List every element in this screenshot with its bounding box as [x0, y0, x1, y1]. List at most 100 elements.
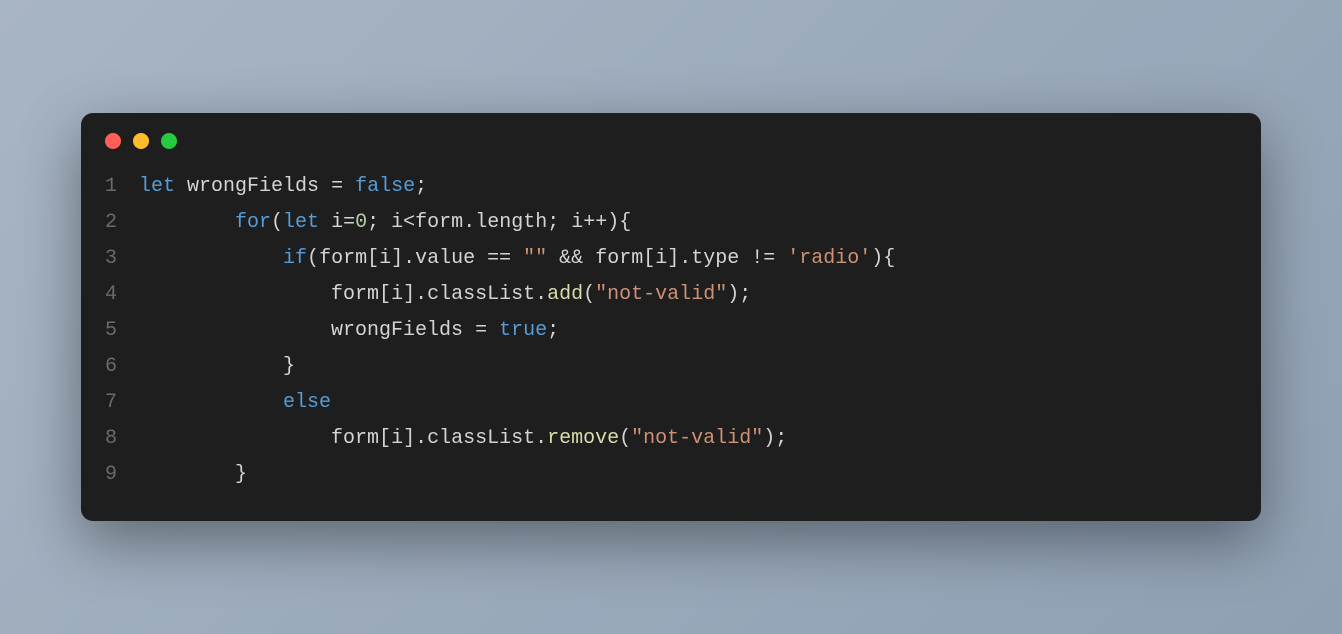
token-op: =: [343, 211, 355, 234]
token-const: false: [355, 175, 415, 198]
token-str: "not-valid": [595, 283, 727, 306]
token-punc: ;: [415, 175, 427, 198]
code-line: 8 form[i].classList.remove("not-valid");: [81, 421, 1261, 457]
close-button[interactable]: [105, 133, 121, 149]
token-var: form: [331, 427, 379, 450]
code-line: 7 else: [81, 385, 1261, 421]
token-punc: ].: [403, 283, 427, 306]
token-str: 'radio': [787, 247, 871, 270]
token-sp: [139, 391, 283, 414]
token-punc: );: [763, 427, 787, 450]
token-sp: [139, 427, 331, 450]
token-prop: value: [415, 247, 475, 270]
line-number: 7: [81, 385, 139, 421]
token-num: 0: [355, 211, 367, 234]
token-var: i: [379, 247, 391, 270]
code-line: 1let wrongFields = false;: [81, 169, 1261, 205]
minimize-button[interactable]: [133, 133, 149, 149]
code-line: 4 form[i].classList.add("not-valid");: [81, 277, 1261, 313]
token-punc: }: [139, 355, 295, 378]
token-prop: type: [691, 247, 739, 270]
token-op: <: [403, 211, 415, 234]
code-content: if(form[i].value == "" && form[i].type !…: [139, 241, 895, 277]
token-sp: [175, 175, 187, 198]
token-var: form: [595, 247, 643, 270]
token-kw: if: [283, 247, 307, 270]
token-punc: .: [535, 283, 547, 306]
token-op: &&: [547, 247, 595, 270]
token-punc: (: [307, 247, 319, 270]
token-var: form: [415, 211, 463, 234]
line-number: 1: [81, 169, 139, 205]
code-line: 3 if(form[i].value == "" && form[i].type…: [81, 241, 1261, 277]
line-number: 4: [81, 277, 139, 313]
token-punc: }: [139, 463, 247, 486]
token-op: =: [319, 175, 355, 198]
token-punc: ;: [547, 211, 571, 234]
token-var: i: [391, 211, 403, 234]
token-var: form: [319, 247, 367, 270]
token-sp: [319, 211, 331, 234]
token-punc: );: [727, 283, 751, 306]
token-sp: [139, 247, 283, 270]
token-punc: [: [367, 247, 379, 270]
code-area[interactable]: 1let wrongFields = false;2 for(let i=0; …: [81, 157, 1261, 521]
line-number: 8: [81, 421, 139, 457]
code-line: 2 for(let i=0; i<form.length; i++){: [81, 205, 1261, 241]
token-punc: ){: [871, 247, 895, 270]
code-content: }: [139, 457, 247, 493]
token-punc: [: [379, 427, 391, 450]
code-content: form[i].classList.add("not-valid");: [139, 277, 751, 313]
token-kw: let: [283, 211, 319, 234]
token-sp: [139, 319, 331, 342]
token-punc: ;: [367, 211, 391, 234]
token-punc: (: [619, 427, 631, 450]
token-punc: ++){: [583, 211, 631, 234]
token-var: wrongFields: [187, 175, 319, 198]
token-op: ==: [475, 247, 523, 270]
line-number: 6: [81, 349, 139, 385]
code-line: 6 }: [81, 349, 1261, 385]
token-prop: length: [475, 211, 547, 234]
code-content: let wrongFields = false;: [139, 169, 427, 205]
maximize-button[interactable]: [161, 133, 177, 149]
token-var: wrongFields: [331, 319, 463, 342]
token-fn: add: [547, 283, 583, 306]
line-number: 9: [81, 457, 139, 493]
token-punc: .: [463, 211, 475, 234]
token-punc: ].: [391, 247, 415, 270]
token-var: i: [331, 211, 343, 234]
token-var: i: [655, 247, 667, 270]
token-op: =: [463, 319, 499, 342]
token-var: i: [571, 211, 583, 234]
token-sp: [139, 211, 235, 234]
token-const: true: [499, 319, 547, 342]
line-number: 3: [81, 241, 139, 277]
code-line: 5 wrongFields = true;: [81, 313, 1261, 349]
token-kw: let: [139, 175, 175, 198]
token-punc: (: [583, 283, 595, 306]
token-str: "not-valid": [631, 427, 763, 450]
token-punc: [: [643, 247, 655, 270]
token-var: i: [391, 427, 403, 450]
token-kw: for: [235, 211, 271, 234]
line-number: 5: [81, 313, 139, 349]
code-line: 9 }: [81, 457, 1261, 493]
token-kw: else: [283, 391, 331, 414]
code-content: form[i].classList.remove("not-valid");: [139, 421, 787, 457]
token-punc: ;: [547, 319, 559, 342]
code-content: else: [139, 385, 331, 421]
token-punc: ].: [667, 247, 691, 270]
code-content: for(let i=0; i<form.length; i++){: [139, 205, 631, 241]
token-sp: [139, 283, 331, 306]
line-number: 2: [81, 205, 139, 241]
code-editor-window: 1let wrongFields = false;2 for(let i=0; …: [81, 113, 1261, 521]
token-op: !=: [739, 247, 787, 270]
token-punc: [: [379, 283, 391, 306]
token-str: "": [523, 247, 547, 270]
window-title-bar: [81, 113, 1261, 157]
token-punc: (: [271, 211, 283, 234]
code-content: wrongFields = true;: [139, 313, 559, 349]
token-prop: classList: [427, 283, 535, 306]
token-punc: .: [535, 427, 547, 450]
